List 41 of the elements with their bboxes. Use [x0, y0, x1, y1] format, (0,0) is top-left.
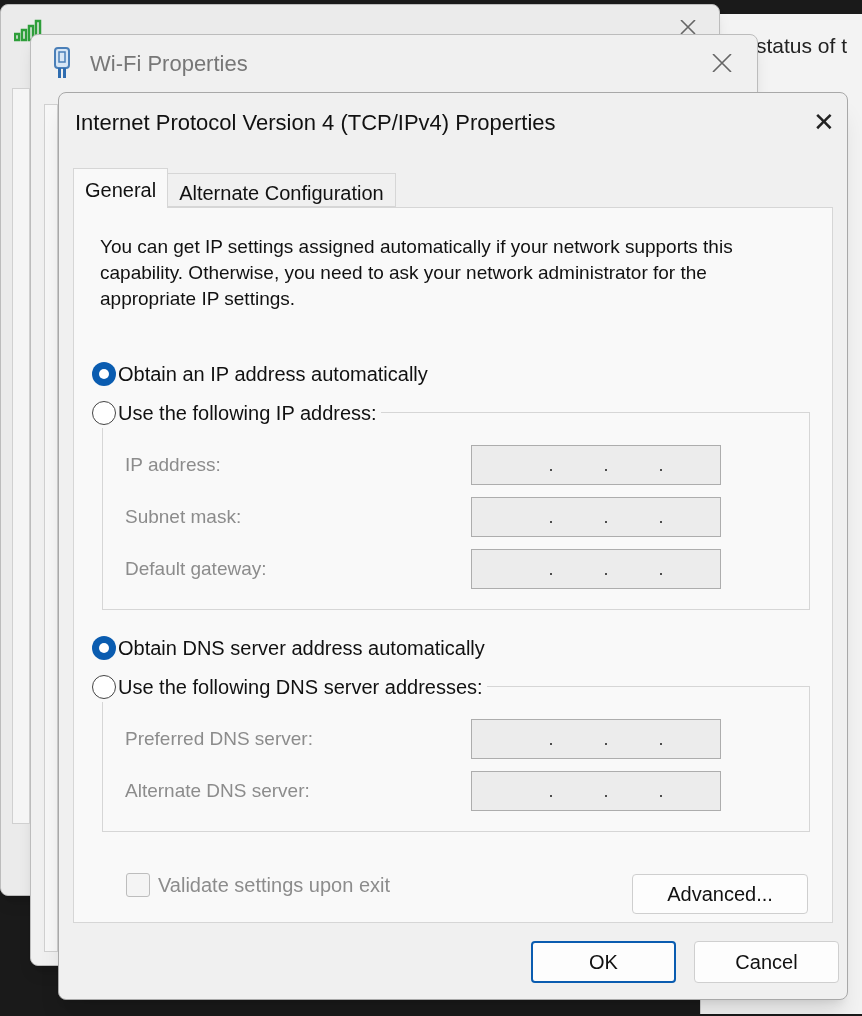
window-title: Wi-Fi Properties [90, 50, 248, 78]
close-icon[interactable] [712, 54, 732, 72]
network-adapter-icon [52, 46, 72, 80]
separator-dot: . [603, 455, 609, 475]
window-text: status of t [756, 33, 848, 59]
radio-button[interactable] [92, 362, 116, 386]
dialog-button[interactable]: OK [531, 941, 676, 983]
separator-dot: . [603, 729, 609, 749]
radio-label[interactable]: Use the following DNS server addresses: [118, 672, 483, 702]
field-label: Subnet mask: [125, 504, 242, 529]
tab[interactable]: General [73, 168, 169, 208]
close-icon[interactable] [680, 20, 696, 34]
separator-dot: . [548, 729, 554, 749]
dialog-button[interactable]: Cancel [694, 941, 839, 983]
radio-label[interactable]: Obtain DNS server address automatically [118, 633, 485, 663]
separator-dot: . [658, 729, 664, 749]
radio-label[interactable]: Use the following IP address: [118, 398, 377, 428]
field-label: Preferred DNS server: [125, 726, 313, 751]
separator-dot: . [658, 455, 664, 475]
intro-text: You can get IP settings assigned automatically if your network supports this capability. Otherwise, you need to ask your network administrator for the appropriate IP settings. [99, 235, 734, 311]
advanced-button[interactable]: Advanced... [632, 874, 808, 914]
separator-dot: . [548, 455, 554, 475]
radio-button[interactable] [92, 401, 116, 425]
separator-dot: . [603, 781, 609, 801]
radio-button[interactable] [92, 636, 116, 660]
separator-dot: . [658, 559, 664, 579]
radio-label[interactable]: Obtain an IP address automatically [118, 359, 428, 389]
separator-dot: . [603, 559, 609, 579]
field-label: Alternate DNS server: [125, 778, 310, 803]
close-button[interactable]: ✕ [813, 102, 835, 142]
dialog-title: Internet Protocol Version 4 (TCP/IPv4) Properties [75, 108, 556, 137]
separator-dot: . [658, 781, 664, 801]
separator-dot: . [548, 781, 554, 801]
separator-dot: . [658, 507, 664, 527]
separator-dot: . [603, 507, 609, 527]
radio-button[interactable] [92, 675, 116, 699]
separator-dot: . [548, 559, 554, 579]
field-label: IP address: [125, 452, 221, 477]
field-label: Default gateway: [125, 556, 267, 581]
tab[interactable]: Alternate Configuration [168, 173, 396, 207]
separator-dot: . [548, 507, 554, 527]
